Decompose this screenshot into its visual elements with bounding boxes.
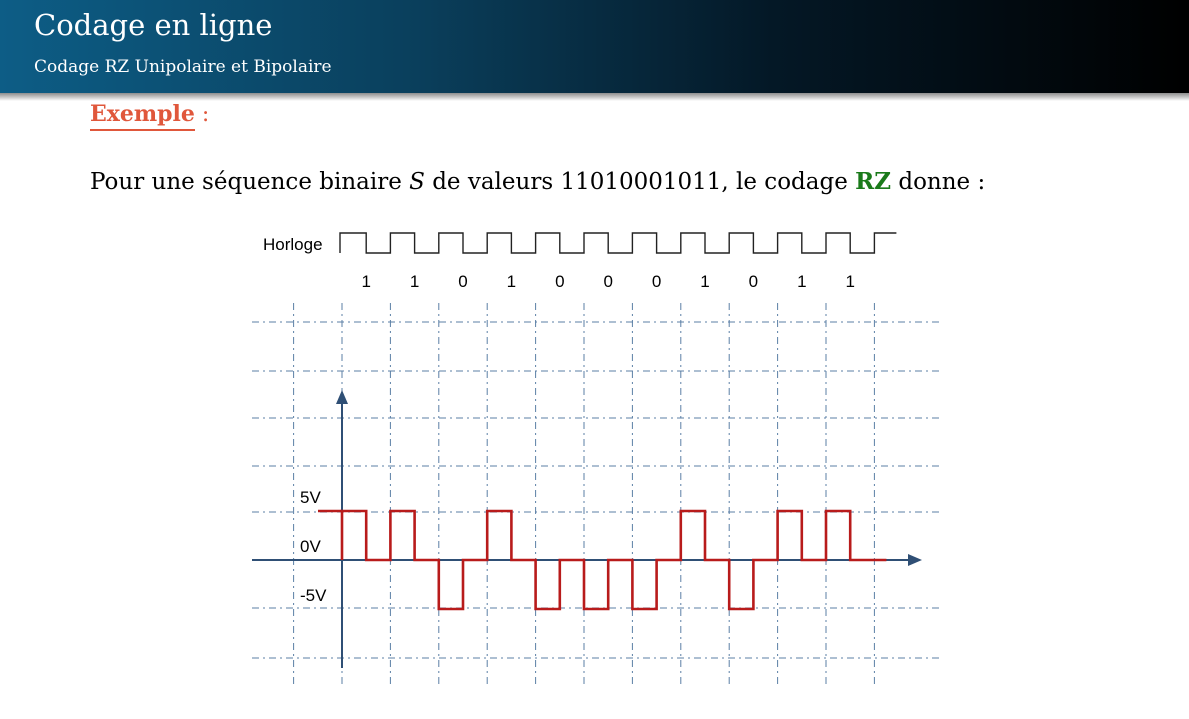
y-tick-label: 5V (300, 488, 321, 507)
rz-signal-chart: 5V 0V -5V Horloge 1 1 0 1 0 0 0 1 0 1 1 (252, 232, 940, 688)
bit-label: 0 (458, 272, 467, 291)
rz-signal-line (340, 509, 887, 611)
voltage-axis-arrow (336, 390, 348, 404)
bit-label: 1 (507, 272, 516, 291)
clock-waveform (339, 232, 897, 254)
bit-label: 0 (749, 272, 758, 291)
bit-label: 0 (555, 272, 564, 291)
bit-label: 0 (603, 272, 612, 291)
y-tick-label: 0V (300, 537, 321, 556)
time-axis-arrow (908, 554, 922, 566)
bit-label: 0 (652, 272, 661, 291)
clock-label: Horloge (263, 235, 323, 254)
bit-label: 1 (361, 272, 370, 291)
y-tick-label: -5V (300, 586, 327, 605)
bit-label: 1 (700, 272, 709, 291)
bit-label: 1 (797, 272, 806, 291)
bit-label: 1 (845, 272, 854, 291)
bit-label: 1 (410, 272, 419, 291)
